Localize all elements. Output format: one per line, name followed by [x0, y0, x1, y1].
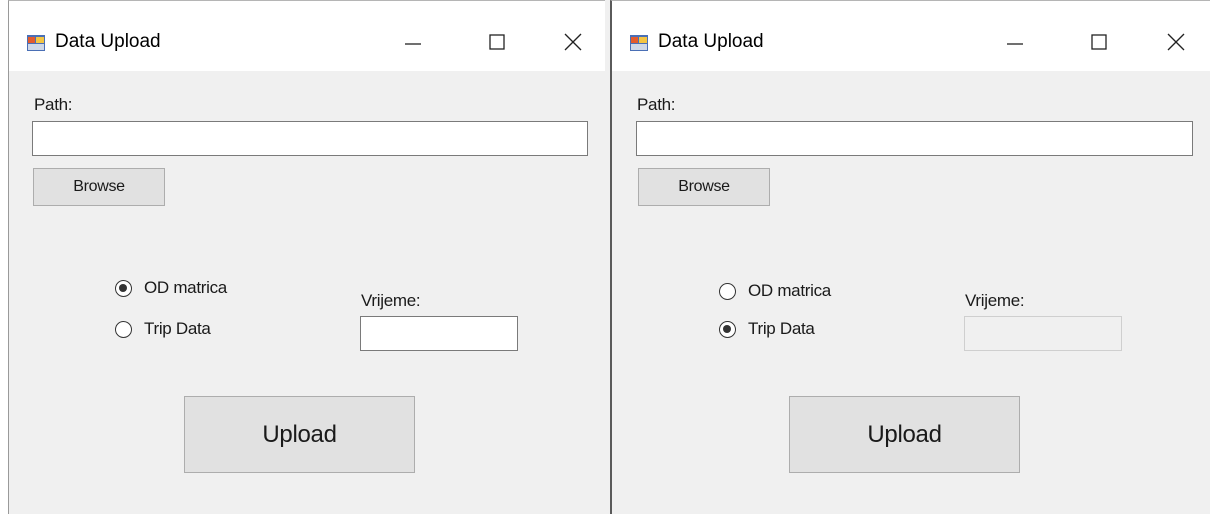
data-upload-window-left: Data Upload Path: Browse OD matrica Trip…	[8, 0, 605, 514]
radio-circle	[115, 320, 132, 338]
radio-dot	[723, 324, 731, 333]
maximize-icon	[1091, 34, 1107, 50]
radio-circle	[115, 279, 132, 297]
minimize-icon	[405, 43, 421, 45]
data-upload-window-right: Data Upload Path: Browse OD matrica Trip…	[610, 0, 1210, 514]
maximize-icon	[489, 34, 505, 50]
window-title: Data Upload	[55, 31, 161, 52]
path-input[interactable]	[32, 121, 588, 156]
close-icon	[564, 33, 582, 51]
path-label: Path:	[34, 95, 73, 114]
trip-data-radio[interactable]: Trip Data	[115, 319, 211, 339]
radio-circle	[719, 320, 736, 338]
radio-dot	[119, 283, 127, 292]
trip-data-radio[interactable]: Trip Data	[719, 319, 815, 339]
close-icon	[1167, 33, 1185, 51]
vrijeme-label: Vrijeme:	[361, 291, 421, 310]
minimize-button[interactable]	[390, 25, 436, 59]
app-window-icon	[27, 35, 45, 51]
od-matrica-radio[interactable]: OD matrica	[115, 278, 227, 298]
radio-label: Trip Data	[748, 319, 815, 338]
radio-label: Trip Data	[144, 319, 211, 338]
minimize-button[interactable]	[992, 25, 1038, 59]
minimize-icon	[1007, 43, 1023, 45]
vrijeme-input[interactable]	[360, 316, 518, 351]
window-title: Data Upload	[658, 31, 764, 52]
upload-button[interactable]: Upload	[789, 396, 1020, 473]
upload-button[interactable]: Upload	[184, 396, 415, 473]
browse-button[interactable]: Browse	[33, 168, 165, 206]
path-label: Path:	[637, 95, 676, 114]
maximize-button[interactable]	[1076, 25, 1122, 59]
close-button[interactable]	[1153, 25, 1199, 59]
radio-label: OD matrica	[144, 278, 227, 297]
close-button[interactable]	[550, 25, 596, 59]
vrijeme-label: Vrijeme:	[965, 291, 1025, 310]
radio-circle	[719, 282, 736, 300]
title-bar[interactable]: Data Upload	[612, 1, 1210, 71]
maximize-button[interactable]	[474, 25, 520, 59]
vrijeme-input[interactable]	[964, 316, 1122, 351]
radio-label: OD matrica	[748, 281, 831, 300]
browse-button[interactable]: Browse	[638, 168, 770, 206]
od-matrica-radio[interactable]: OD matrica	[719, 281, 831, 301]
title-bar[interactable]: Data Upload	[9, 1, 605, 71]
path-input[interactable]	[636, 121, 1193, 156]
app-window-icon	[630, 35, 648, 51]
